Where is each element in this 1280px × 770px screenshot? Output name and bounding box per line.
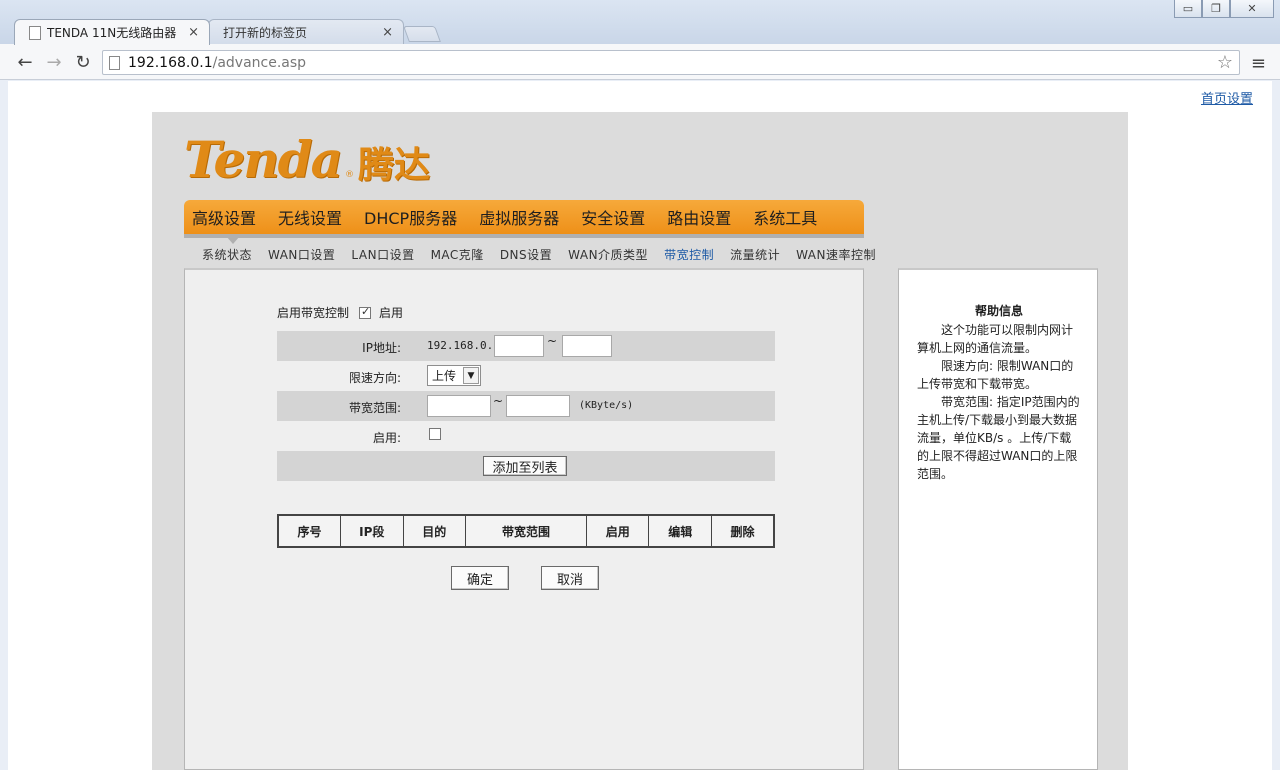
add-to-list-button[interactable]: 添加至列表 [483, 456, 567, 476]
direction-value: 上传 [432, 369, 457, 383]
browser-titlebar: ▭ ❐ ✕ TENDA 11N无线路由器 × 打开新的标签页 × [0, 0, 1280, 45]
col-bandwidth-range: 带宽范围 [465, 514, 587, 548]
ok-button[interactable]: 确定 [451, 566, 509, 590]
nav-wireless[interactable]: 无线设置 [278, 205, 342, 229]
subnav-status[interactable]: 系统状态 [202, 246, 252, 263]
bandwidth-max-input[interactable] [506, 395, 570, 417]
router-admin-panel: Tenda ® 腾达 高级设置 无线设置 DHCP服务器 虚拟服务器 安全设置 … [152, 112, 1128, 770]
enable-rule-checkbox[interactable] [429, 428, 441, 440]
bandwidth-range-separator: ~ [493, 394, 504, 408]
forward-icon[interactable]: → [43, 51, 65, 73]
col-enable: 启用 [585, 514, 650, 548]
help-title: 帮助信息 [974, 304, 1023, 318]
subnav-traffic-stats[interactable]: 流量统计 [730, 246, 780, 263]
tab-close-icon[interactable]: × [382, 25, 393, 40]
ip-prefix: 192.168.0. [427, 339, 494, 352]
enable-rule-row: 启用: [277, 421, 775, 451]
page-icon [109, 55, 120, 70]
page-favicon-icon [29, 25, 41, 40]
nav-security[interactable]: 安全设置 [581, 205, 645, 229]
bandwidth-range-row: 带宽范围: ~ (KByte/s) [277, 391, 775, 421]
enable-bandwidth-row: 启用带宽控制 启用 [277, 304, 403, 321]
tab-close-icon[interactable]: × [188, 25, 199, 40]
subnav-wan-media[interactable]: WAN介质类型 [568, 246, 648, 263]
web-page: 首页设置 Tenda ® 腾达 高级设置 无线设置 DHCP服务器 虚拟服务器 … [8, 81, 1272, 770]
subnav-bandwidth[interactable]: 带宽控制 [664, 246, 714, 263]
ip-address-label: IP地址: [362, 341, 401, 355]
window-controls: ▭ ❐ ✕ [1174, 0, 1274, 18]
nav-advanced[interactable]: 高级设置 [192, 205, 256, 229]
close-window-icon[interactable]: ✕ [1230, 0, 1274, 18]
bandwidth-range-label: 带宽范围: [348, 401, 401, 415]
address-bar[interactable]: 192.168.0.1 /advance.asp ☆ [102, 50, 1240, 75]
reload-icon[interactable]: ↻ [72, 51, 94, 73]
nav-pointer [226, 236, 240, 244]
url-path: /advance.asp [212, 54, 307, 71]
direction-select[interactable]: 上传 ▼ [427, 365, 481, 386]
main-nav: 高级设置 无线设置 DHCP服务器 虚拟服务器 安全设置 路由设置 系统工具 [184, 200, 864, 238]
col-index: 序号 [277, 514, 341, 548]
back-icon[interactable]: ← [14, 51, 36, 73]
tab-title: TENDA 11N无线路由器 [47, 26, 177, 40]
bookmark-star-icon[interactable]: ☆ [1217, 52, 1233, 73]
menu-icon[interactable]: ≡ [1251, 53, 1266, 74]
add-row: 添加至列表 [277, 451, 775, 481]
direction-label: 限速方向: [348, 371, 401, 385]
enable-bandwidth-checkbox[interactable] [359, 305, 372, 319]
help-paragraph: 带宽范围: 指定IP范围内的主机上传/下载最小到最大数据流量，单位KB/s 。上… [917, 393, 1081, 483]
enable-bandwidth-label: 启用带宽控制 [277, 306, 350, 320]
col-ip-segment: IP段 [340, 514, 404, 548]
help-text-direction: 限速方向: 限制WAN口的上传带宽和下载带宽。 [917, 359, 1074, 391]
enable-bandwidth-text: 启用 [379, 306, 404, 320]
home-settings-link[interactable]: 首页设置 [1201, 88, 1253, 107]
bandwidth-min-input[interactable] [427, 395, 491, 417]
help-paragraph: 这个功能可以限制内网计算机上网的通信流量。 [917, 321, 1081, 357]
ip-start-input[interactable] [494, 335, 544, 357]
browser-toolbar: ← → ↻ 192.168.0.1 /advance.asp ☆ ≡ [0, 44, 1280, 80]
logo-text-en: Tenda [184, 130, 343, 189]
subnav-wan-speed[interactable]: WAN速率控制 [796, 246, 876, 263]
bandwidth-rules-table: 序号 IP段 目的 带宽范围 启用 编辑 删除 [277, 514, 775, 548]
nav-tools[interactable]: 系统工具 [753, 205, 817, 229]
logo-text-cn: 腾达 [358, 145, 431, 186]
sub-nav: 系统状态 WAN口设置 LAN口设置 MAC克隆 DNS设置 WAN介质类型 带… [202, 246, 892, 263]
subnav-dns[interactable]: DNS设置 [500, 246, 552, 263]
restore-icon[interactable]: ❐ [1202, 0, 1230, 18]
direction-row: 限速方向: 上传 ▼ [277, 361, 775, 391]
bandwidth-unit: (KByte/s) [579, 400, 634, 411]
dropdown-arrow-icon[interactable]: ▼ [463, 367, 479, 384]
table-header-row: 序号 IP段 目的 带宽范围 启用 编辑 删除 [277, 514, 775, 548]
tab-tenda[interactable]: TENDA 11N无线路由器 × [14, 19, 210, 45]
col-destination: 目的 [402, 514, 466, 548]
enable-rule-label: 启用: [372, 431, 401, 445]
col-edit: 编辑 [648, 514, 712, 548]
help-text-range: 带宽范围: 指定IP范围内的主机上传/下载最小到最大数据流量，单位KB/s 。上… [917, 395, 1080, 481]
nav-dhcp[interactable]: DHCP服务器 [364, 205, 457, 229]
help-paragraph: 限速方向: 限制WAN口的上传带宽和下载带宽。 [917, 357, 1081, 393]
url-host: 192.168.0.1 [128, 54, 213, 71]
nav-virtual-server[interactable]: 虚拟服务器 [479, 205, 559, 229]
tab-title: 打开新的标签页 [223, 26, 308, 40]
bandwidth-control-form: 启用带宽控制 启用 IP地址: 192.168.0. ~ 限速方向: 上传 ▼ … [184, 268, 864, 770]
tenda-logo: Tenda ® 腾达 [184, 130, 430, 189]
nav-routing[interactable]: 路由设置 [667, 205, 731, 229]
ip-range-separator: ~ [547, 334, 558, 348]
subnav-lan[interactable]: LAN口设置 [351, 246, 414, 263]
logo-registered: ® [345, 170, 354, 180]
new-tab-button[interactable] [403, 26, 441, 42]
subnav-mac-clone[interactable]: MAC克隆 [431, 246, 484, 263]
minimize-icon[interactable]: ▭ [1174, 0, 1202, 18]
ip-address-row: IP地址: 192.168.0. ~ [277, 331, 775, 361]
help-panel: 帮助信息 这个功能可以限制内网计算机上网的通信流量。 限速方向: 限制WAN口的… [898, 268, 1098, 770]
col-delete: 删除 [710, 514, 775, 548]
cancel-button[interactable]: 取消 [541, 566, 599, 590]
subnav-wan[interactable]: WAN口设置 [268, 246, 335, 263]
tab-new-tab[interactable]: 打开新的标签页 × [208, 19, 404, 45]
ip-end-input[interactable] [562, 335, 612, 357]
help-text-intro: 这个功能可以限制内网计算机上网的通信流量。 [917, 323, 1074, 355]
